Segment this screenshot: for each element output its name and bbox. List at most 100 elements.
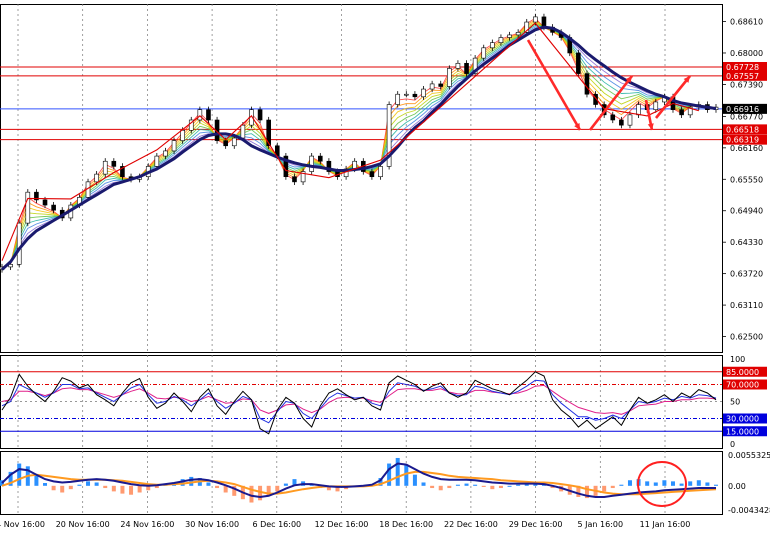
candle-body <box>42 199 48 206</box>
macd-histogram-bar <box>696 480 701 486</box>
macd-histogram-bar <box>645 481 650 486</box>
ribbon-ma-line <box>1 26 717 270</box>
candle-body <box>197 109 203 121</box>
candle-body <box>636 104 641 116</box>
macd-histogram-bar <box>473 484 478 486</box>
candle-body <box>481 47 487 59</box>
candle-body <box>171 140 177 152</box>
macd-histogram-bar <box>421 482 426 486</box>
candle-body <box>610 114 616 121</box>
candle-body <box>412 93 418 98</box>
time-axis-label: 29 Dec 16:00 <box>509 520 563 529</box>
macd-histogram-bar <box>430 485 435 489</box>
oscillator-line <box>1 384 717 415</box>
chart-window: 0.68610 0.68000 0.67390 0.66770 0.66160 0.655… <box>0 0 770 533</box>
candle-body <box>16 222 22 265</box>
macd-histogram-bar <box>679 483 684 486</box>
ribbon-ma-line <box>1 22 717 269</box>
macd-histogram-bar <box>619 484 624 486</box>
macd-histogram-bar <box>507 485 512 487</box>
chart-canvas: 0.686100.680000.673900.667700.661600.655… <box>0 4 770 529</box>
macd-histogram-bar <box>464 483 469 486</box>
candle-body <box>438 83 444 87</box>
macd-histogram-bar <box>275 485 280 492</box>
price-tag-label: 0.67557 <box>726 72 759 81</box>
price-axis-label: 0.63110 <box>730 301 763 310</box>
ribbon-ma-line <box>1 19 717 268</box>
candle-body <box>163 150 168 157</box>
macd-histogram-bar <box>412 474 417 486</box>
candle-body <box>404 93 409 96</box>
macd-histogram-bar <box>705 482 710 486</box>
macd-histogram-bar <box>490 485 495 490</box>
macd-histogram-bar <box>215 485 220 489</box>
macd-histogram-bar <box>714 484 718 486</box>
price-tag-label: 0.66319 <box>726 136 759 145</box>
price-axis-label: 0.68000 <box>730 49 763 58</box>
macd-histogram-bar <box>447 485 452 489</box>
macd-histogram-bar <box>404 464 409 486</box>
candle-body <box>455 62 461 69</box>
price-axis-label: 0.64330 <box>730 238 763 247</box>
candle-body <box>395 93 401 105</box>
candle-body <box>507 34 512 38</box>
oscillator-level-label: 70.0000 <box>726 381 759 390</box>
macd-histogram-bar <box>111 485 116 492</box>
oscillator-line <box>1 371 717 435</box>
oscillator-axis-label: 50 <box>730 398 740 407</box>
candle-body <box>154 155 160 167</box>
macd-histogram-bar <box>283 483 288 486</box>
candle-body <box>515 32 521 36</box>
time-axis-label: 12 Dec 16:00 <box>315 520 369 529</box>
macd-histogram-bar <box>60 485 65 493</box>
macd-histogram-bar <box>670 481 675 486</box>
macd-histogram-bar <box>94 482 99 486</box>
ribbon-ma-line <box>1 25 717 270</box>
macd-histogram-bar <box>34 475 39 486</box>
time-axis-label: 11 Jan 16:00 <box>640 520 691 529</box>
ribbon-ma-line <box>1 17 717 268</box>
macd-histogram-bar <box>438 485 443 491</box>
candle-body <box>447 68 452 87</box>
candle-body <box>25 191 31 224</box>
candle-body <box>627 114 633 126</box>
macd-axis-label: 0.00 <box>728 482 746 491</box>
candle-body <box>51 204 56 211</box>
macd-line <box>1 462 716 499</box>
candle-body <box>231 137 237 147</box>
time-axis-label: 30 Nov 16:00 <box>185 520 239 529</box>
macd-histogram-bar <box>455 484 460 486</box>
macd-axis-label: -0.0043428 <box>728 506 770 515</box>
candle-body <box>180 130 185 141</box>
price-axis-label: 0.65550 <box>730 175 763 184</box>
time-axis-label: 22 Dec 16:00 <box>444 520 498 529</box>
macd-histogram-bar <box>387 463 392 486</box>
candle-body <box>94 173 99 183</box>
macd-histogram-bar <box>43 483 48 486</box>
oscillator-level-label: 85.0000 <box>726 368 759 377</box>
candle-body <box>490 42 495 49</box>
candle-body <box>240 124 246 139</box>
candle-body <box>378 166 383 178</box>
macd-histogram-bar <box>77 484 82 486</box>
macd-histogram-bar <box>602 485 607 492</box>
macd-histogram-bar <box>516 484 521 486</box>
panel-frame-2 <box>0 451 723 515</box>
time-axis-label: 20 Nov 16:00 <box>56 520 110 529</box>
macd-histogram-bar <box>137 485 142 493</box>
candle-body <box>257 109 263 121</box>
macd-histogram-bar <box>653 482 658 486</box>
candle-body <box>533 16 538 23</box>
candle-body <box>369 171 375 178</box>
oscillator-level-label: 15.0000 <box>726 427 759 436</box>
macd-histogram-bar <box>627 480 632 486</box>
candle-body <box>421 88 426 98</box>
macd-histogram-bar <box>103 485 108 489</box>
macd-histogram-bar <box>662 480 667 486</box>
macd-histogram-bar <box>129 485 134 495</box>
moving-average-line <box>0 25 717 271</box>
macd-line <box>1 470 717 496</box>
oscillator-level-label: 30.0000 <box>726 415 759 424</box>
candle-body <box>206 109 211 121</box>
macd-histogram-bar <box>481 485 486 487</box>
